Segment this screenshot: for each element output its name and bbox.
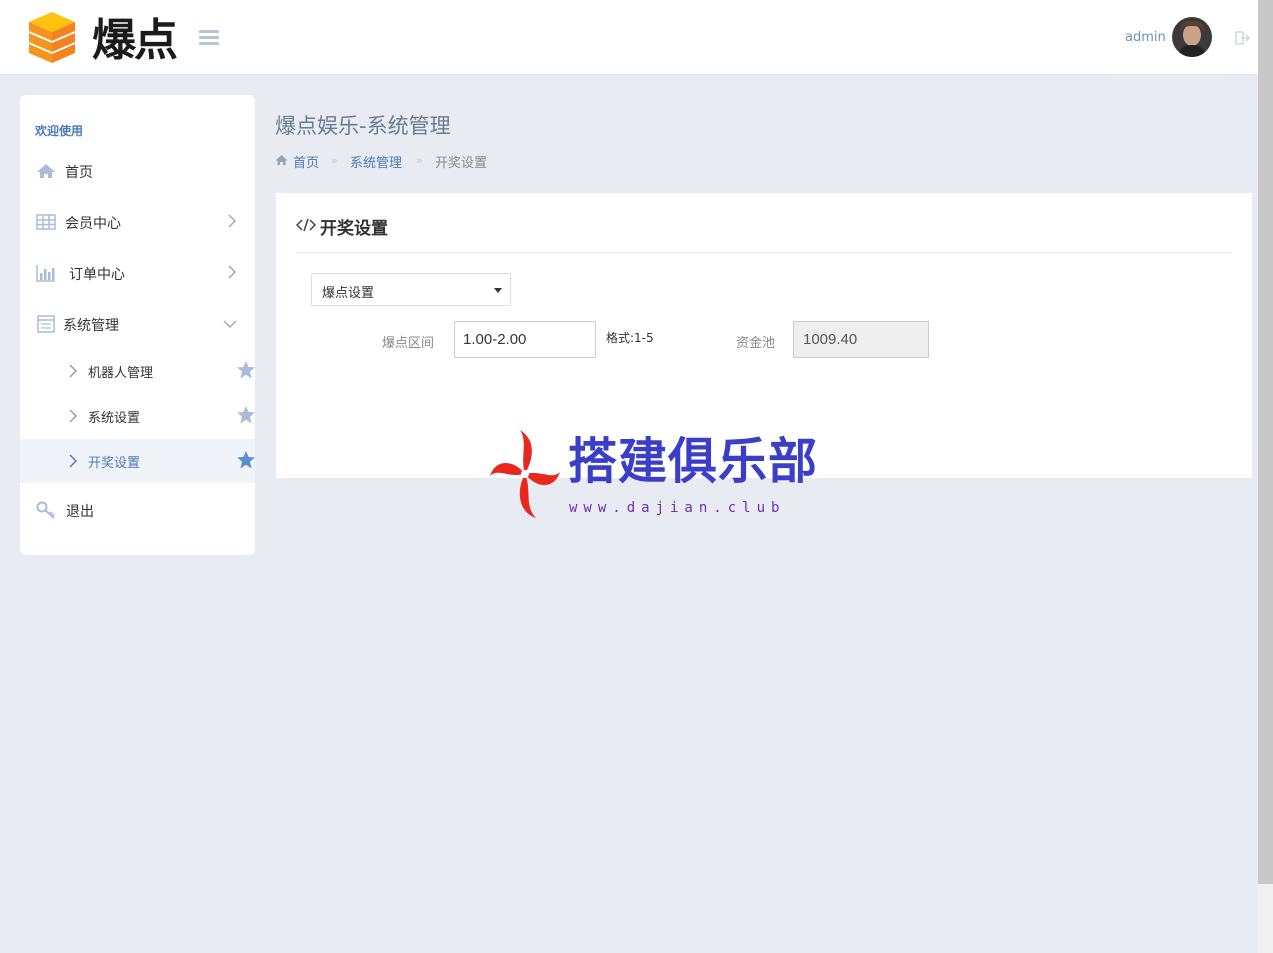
sidebar-item-label: 退出 — [66, 504, 94, 520]
chevron-right-icon — [69, 364, 77, 378]
key-icon — [36, 501, 55, 519]
setting-type-select[interactable]: 爆点设置 — [311, 273, 511, 306]
select-value: 爆点设置 — [322, 286, 375, 301]
bar-chart-icon — [36, 265, 55, 282]
range-input[interactable] — [454, 321, 596, 358]
breadcrumb-system[interactable]: 系统管理 — [350, 152, 402, 171]
sidebar-item-orders[interactable]: 订单中心 — [20, 251, 255, 295]
sidebar-subitem-label: 机器人管理 — [88, 366, 154, 381]
home-icon — [275, 155, 288, 165]
sidebar-subitem-label: 开奖设置 — [88, 456, 141, 471]
avatar[interactable] — [1172, 17, 1212, 57]
sidebar-item-label: 会员中心 — [65, 216, 121, 232]
header-divider — [1113, 74, 1223, 76]
top-header: 爆点 admin — [0, 0, 1258, 76]
sidebar: 欢迎使用 首页 会员中心 订单中心 系统管理 机器人管理 系统设置 开奖设置 退… — [20, 95, 255, 555]
pool-input[interactable] — [793, 321, 929, 358]
chevron-down-icon — [223, 320, 237, 329]
home-icon — [37, 164, 55, 178]
sidebar-subitem-lottery-settings[interactable]: 开奖设置 — [20, 439, 255, 483]
chevron-right-icon — [228, 265, 237, 279]
caret-down-icon — [494, 288, 502, 293]
watermark-url: www.dajian.club — [569, 500, 786, 516]
sidebar-item-members[interactable]: 会员中心 — [20, 200, 255, 244]
sidebar-item-system[interactable]: 系统管理 — [20, 302, 255, 346]
star-icon[interactable] — [236, 360, 256, 380]
sidebar-subitem-robots[interactable]: 机器人管理 — [20, 349, 255, 393]
pool-label: 资金池 — [736, 336, 776, 351]
brand-logo[interactable]: 爆点 — [27, 10, 178, 66]
logo-text: 爆点 — [92, 15, 178, 66]
watermark-text: 搭建俱乐部 — [568, 433, 819, 490]
panel-header: 开奖设置 — [296, 213, 1232, 253]
logout-icon[interactable] — [1235, 30, 1251, 46]
list-alt-icon — [37, 315, 55, 333]
code-icon — [296, 218, 316, 232]
sidebar-item-label: 首页 — [65, 165, 93, 181]
user-name[interactable]: admin — [1125, 30, 1166, 45]
sidebar-welcome: 欢迎使用 — [35, 124, 84, 138]
chevron-right-icon — [69, 454, 77, 468]
sidebar-subitem-system-settings[interactable]: 系统设置 — [20, 394, 255, 438]
scrollbar-thumb[interactable] — [1258, 0, 1273, 884]
range-label: 爆点区间 — [382, 336, 435, 351]
chevron-right-icon — [69, 409, 77, 423]
watermark-pinwheel-icon — [490, 430, 560, 518]
breadcrumb-current: 开奖设置 — [435, 156, 488, 171]
sidebar-subitem-label: 系统设置 — [88, 411, 141, 426]
star-icon[interactable] — [236, 405, 256, 425]
sidebar-item-label: 订单中心 — [69, 267, 125, 283]
page-scrollbar[interactable] — [1258, 0, 1273, 953]
star-icon[interactable] — [236, 450, 256, 470]
sidebar-item-logout[interactable]: 退出 — [20, 488, 255, 532]
format-hint: 格式:1-5 — [606, 331, 654, 345]
menu-toggle-icon[interactable] — [199, 30, 219, 46]
panel-title: 开奖设置 — [320, 219, 388, 239]
page-title: 爆点娱乐-系统管理 — [275, 114, 451, 138]
breadcrumb-separator: » — [416, 154, 423, 167]
breadcrumb-home[interactable]: 首页 — [293, 152, 319, 171]
sidebar-item-home[interactable]: 首页 — [20, 149, 255, 193]
cube-logo-icon — [28, 12, 76, 63]
breadcrumb-separator: » — [331, 154, 338, 167]
sidebar-item-label: 系统管理 — [63, 318, 119, 334]
chevron-right-icon — [228, 214, 237, 228]
table-icon — [36, 214, 56, 230]
